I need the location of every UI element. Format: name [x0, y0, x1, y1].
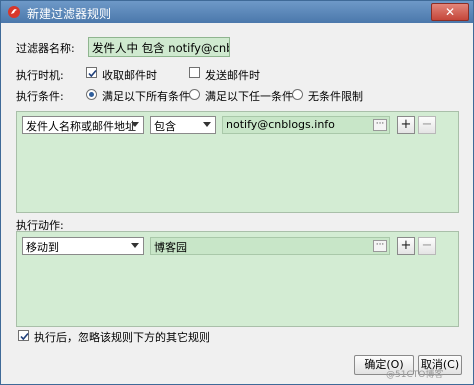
title-bar[interactable]: 新建过滤器规则 ✕ [1, 1, 473, 23]
condition-field-value: 发件人名称或邮件地址 [26, 120, 136, 133]
no-condition-label: 无条件限制 [308, 90, 363, 103]
browse-button[interactable]: ··· [373, 240, 387, 252]
action-type-value: 移动到 [26, 241, 59, 254]
action-type-select[interactable]: 移动到 [22, 237, 144, 255]
condition-label: 执行条件: [16, 90, 64, 103]
dialog-window: 新建过滤器规则 ✕ 过滤器名称: 发件人中 包含 notify@cnblogs.… [0, 0, 474, 385]
match-any-label: 满足以下任一条件 [205, 90, 293, 103]
dialog-body: 过滤器名称: 发件人中 包含 notify@cnblogs.ir 执行时机: 收… [8, 29, 466, 379]
checkmark-icon [20, 332, 29, 341]
on-send-checkbox[interactable] [189, 67, 200, 78]
condition-operator-value: 包含 [154, 120, 176, 133]
match-any-radio[interactable] [189, 89, 200, 100]
chevron-down-icon [131, 243, 139, 248]
on-receive-label: 收取邮件时 [102, 69, 157, 82]
condition-value-text: notify@cnblogs.info [226, 118, 335, 131]
action-target-input[interactable]: 博客园 ··· [150, 237, 390, 255]
chevron-down-icon [203, 122, 211, 127]
on-send-label: 发送邮件时 [205, 69, 260, 82]
chevron-down-icon [131, 122, 139, 127]
remove-condition-button[interactable]: − [418, 116, 436, 134]
filter-name-label: 过滤器名称: [16, 42, 75, 55]
condition-field-select[interactable]: 发件人名称或邮件地址 [22, 116, 144, 134]
action-target-text: 博客园 [154, 241, 187, 254]
add-condition-button[interactable]: + [397, 116, 415, 134]
add-action-button[interactable]: + [397, 237, 415, 255]
window-title: 新建过滤器规则 [27, 7, 112, 21]
app-logo-icon [8, 6, 20, 18]
skip-rules-label: 执行后，忽略该规则下方的其它规则 [34, 331, 210, 344]
match-all-label: 满足以下所有条件 [102, 90, 190, 103]
actions-panel: 移动到 博客园 ··· + − [16, 231, 459, 327]
browse-button[interactable]: ··· [373, 119, 387, 131]
match-all-radio[interactable] [86, 89, 97, 100]
checkmark-icon [88, 69, 97, 78]
remove-action-button[interactable]: − [418, 237, 436, 255]
condition-operator-select[interactable]: 包含 [150, 116, 216, 134]
timing-label: 执行时机: [16, 69, 64, 82]
close-button[interactable]: ✕ [431, 3, 469, 21]
condition-value-input[interactable]: notify@cnblogs.info ··· [222, 116, 390, 134]
filter-name-input[interactable]: 发件人中 包含 notify@cnblogs.ir [88, 37, 230, 57]
skip-rules-checkbox[interactable] [18, 330, 29, 341]
conditions-panel: 发件人名称或邮件地址 包含 notify@cnblogs.info ··· + … [16, 111, 459, 213]
on-receive-checkbox[interactable] [86, 67, 97, 78]
no-condition-radio[interactable] [292, 89, 303, 100]
watermark-text: @51CTO博客 [386, 370, 444, 380]
